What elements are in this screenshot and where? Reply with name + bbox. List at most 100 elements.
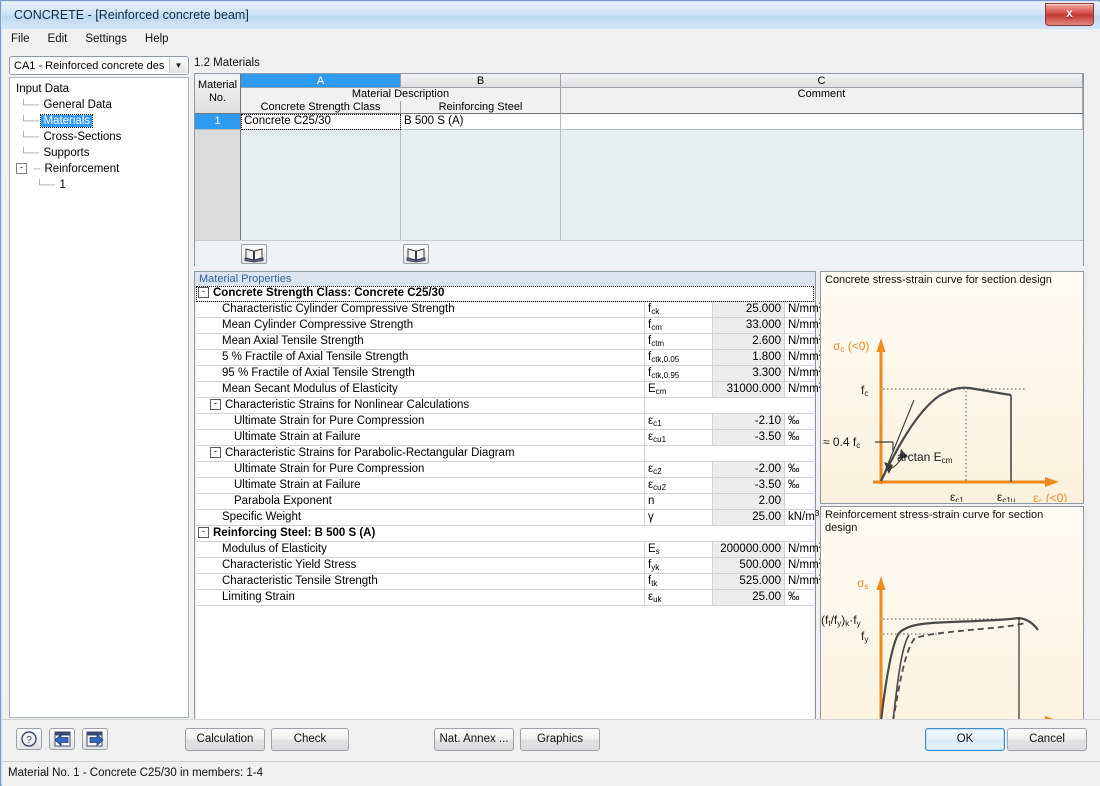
next-button[interactable] — [82, 728, 108, 750]
design-case-combobox[interactable]: CA1 - Reinforced concrete desi ▼ — [9, 56, 189, 75]
collapse-expander-icon[interactable]: - — [198, 527, 209, 539]
property-value[interactable]: 1.800 — [713, 350, 785, 365]
property-row[interactable]: - Characteristic Strains for Nonlinear Ca… — [196, 398, 814, 414]
tree-connector: └── — [20, 116, 39, 127]
property-value[interactable]: -2.10 — [713, 414, 785, 429]
property-description: - Characteristic Strains for Parabolic-Re… — [196, 446, 645, 461]
concrete-label-04fc: ≈ 0.4 fc — [823, 435, 860, 450]
property-value[interactable]: 3.300 — [713, 366, 785, 381]
check-button[interactable]: Check — [271, 728, 349, 751]
property-value[interactable]: 25.00 — [713, 590, 785, 605]
column-header-a[interactable]: A — [241, 74, 401, 88]
property-value[interactable]: -3.50 — [713, 430, 785, 445]
property-row[interactable]: Parabola Exponent n 2.00 — [196, 494, 814, 510]
property-value[interactable]: 25.000 — [713, 302, 785, 317]
concrete-diagram-caption: Concrete stress-strain curve for section… — [825, 274, 1052, 286]
property-unit — [785, 494, 814, 509]
menu-item-file[interactable]: File — [2, 29, 39, 48]
property-row[interactable]: 95 % Fractile of Axial Tensile Strength f… — [196, 365, 823, 382]
previous-button[interactable] — [49, 728, 75, 750]
help-button[interactable]: ? — [16, 728, 42, 750]
property-symbol: n — [645, 494, 713, 509]
steel-library-button[interactable] — [403, 244, 429, 264]
property-value[interactable]: 33.000 — [713, 318, 785, 333]
property-row[interactable]: - Reinforcing Steel: B 500 S (A) — [196, 526, 814, 542]
property-row[interactable]: Characteristic Tensile Strength ftk 525.00… — [196, 573, 823, 590]
nat-annex-button[interactable]: Nat. Annex ... — [434, 728, 514, 751]
window-title: CONCRETE - [Reinforced concrete beam] — [14, 8, 249, 22]
grid-empty-area-a[interactable] — [241, 130, 401, 240]
property-value[interactable]: 2.600 — [713, 334, 785, 349]
property-symbol — [645, 286, 713, 301]
graphics-button[interactable]: Graphics — [520, 728, 600, 751]
property-row[interactable]: Ultimate Strain for Pure Compression εc2-… — [196, 462, 814, 478]
property-symbol: γ — [645, 510, 713, 525]
tree-item-reinforcement[interactable]: - ─ Reinforcement — [10, 161, 188, 177]
column-header-b[interactable]: B — [401, 74, 561, 88]
property-row[interactable]: 5 % Fractile of Axial Tensile Strength fc… — [196, 349, 823, 366]
property-value[interactable]: -2.00 — [713, 462, 785, 477]
property-row[interactable]: - Characteristic Strains for Parabolic-Re… — [196, 446, 814, 462]
property-value[interactable] — [713, 286, 785, 301]
cell-a1-concrete-strength-class[interactable]: Concrete C25/30 — [241, 114, 401, 130]
property-value[interactable] — [713, 526, 785, 541]
property-row[interactable]: Mean Secant Modulus of Elasticity Ecm 3100… — [196, 381, 823, 398]
cancel-button[interactable]: Cancel — [1007, 728, 1087, 751]
property-value[interactable]: 25.00 — [713, 510, 785, 525]
collapse-expander-icon[interactable]: - — [198, 287, 209, 299]
property-row[interactable]: Modulus of ElasticityEs200000.000N/mm2 — [196, 541, 823, 558]
collapse-expander-icon[interactable]: - — [16, 163, 27, 175]
cell-b1-reinforcing-steel[interactable]: B 500 S (A) — [401, 114, 561, 130]
chevron-down-icon[interactable]: ▼ — [169, 58, 187, 73]
column-header-c[interactable]: C — [561, 74, 1083, 88]
sub-header-comment: Comment — [561, 88, 1083, 114]
property-row[interactable]: Ultimate Strain for Pure Compression εc1-… — [196, 414, 814, 430]
tree-item-general-data[interactable]: └── General Data — [10, 97, 188, 113]
tree-item-supports[interactable]: └── Supports — [10, 145, 188, 161]
concrete-library-button[interactable] — [241, 244, 267, 264]
materials-table: Material No. A B C Material Description … — [194, 73, 1084, 266]
grid-empty-area-b[interactable] — [401, 130, 561, 240]
collapse-expander-icon[interactable]: - — [210, 447, 221, 459]
property-unit: N/mm2 — [788, 381, 823, 395]
ok-button[interactable]: OK — [925, 728, 1005, 751]
property-row[interactable]: Mean Cylinder Compressive Strength fcm 33.… — [196, 317, 823, 334]
property-unit: N/mm2 — [788, 317, 823, 331]
calculation-button[interactable]: Calculation — [185, 728, 265, 751]
property-row[interactable]: Limiting Strain εuk 25.00 ‰ — [196, 590, 814, 606]
row-header-1[interactable]: 1 — [195, 114, 241, 130]
row-header-empty[interactable] — [195, 130, 241, 240]
property-value[interactable]: -3.50 — [713, 478, 785, 493]
property-value[interactable] — [713, 446, 785, 461]
property-value[interactable]: 2.00 — [713, 494, 785, 509]
property-description: 95 % Fractile of Axial Tensile Strength — [196, 366, 645, 381]
property-row[interactable]: Mean Axial Tensile Strength fctm 2.600 N/mm… — [196, 333, 823, 350]
property-value[interactable]: 525.000 — [713, 574, 785, 589]
tree-item-input-data[interactable]: Input Data — [10, 81, 188, 97]
menu-item-edit[interactable]: Edit — [39, 29, 77, 48]
tree-item-label: 1 — [59, 179, 66, 191]
property-value[interactable] — [713, 398, 785, 413]
property-row[interactable]: Ultimate Strain at Failure εcu1 -3.50 ‰ — [196, 430, 814, 446]
collapse-expander-icon[interactable]: - — [210, 399, 221, 411]
material-properties-list[interactable]: - Concrete Strength Class: Concrete C25/3… — [196, 286, 823, 732]
grid-empty-area-c[interactable] — [561, 130, 1083, 240]
tree-item-reinforcement-1[interactable]: └── 1 — [10, 177, 188, 193]
menu-item-help[interactable]: Help — [136, 29, 178, 48]
property-value[interactable]: 200000.000 — [713, 542, 785, 557]
corner-header-line2: No. — [208, 92, 227, 104]
grid-toolbar — [195, 240, 1083, 266]
property-row[interactable]: Characteristic Cylinder Compressive Stre… — [196, 301, 823, 318]
menu-item-settings[interactable]: Settings — [76, 29, 136, 48]
tree-item-cross-sections[interactable]: └── Cross-Sections — [10, 129, 188, 145]
close-button[interactable]: x — [1045, 3, 1094, 26]
property-row[interactable]: Specific Weight γ 25.00 kN/m3 — [196, 509, 819, 526]
tree-item-materials[interactable]: └── Materials — [10, 113, 188, 129]
property-row[interactable]: Characteristic Yield Stress fyk 500.000 N/m… — [196, 557, 823, 574]
property-row[interactable]: - Concrete Strength Class: Concrete C25/3… — [196, 286, 814, 302]
navigation-tree[interactable]: Input Data └── General Data └── Material… — [9, 77, 189, 718]
cell-c1-comment[interactable] — [561, 114, 1083, 130]
property-row[interactable]: Ultimate Strain at Failure εcu2 -3.50 ‰ — [196, 478, 814, 494]
property-value[interactable]: 500.000 — [713, 558, 785, 573]
property-value[interactable]: 31000.000 — [713, 382, 785, 397]
